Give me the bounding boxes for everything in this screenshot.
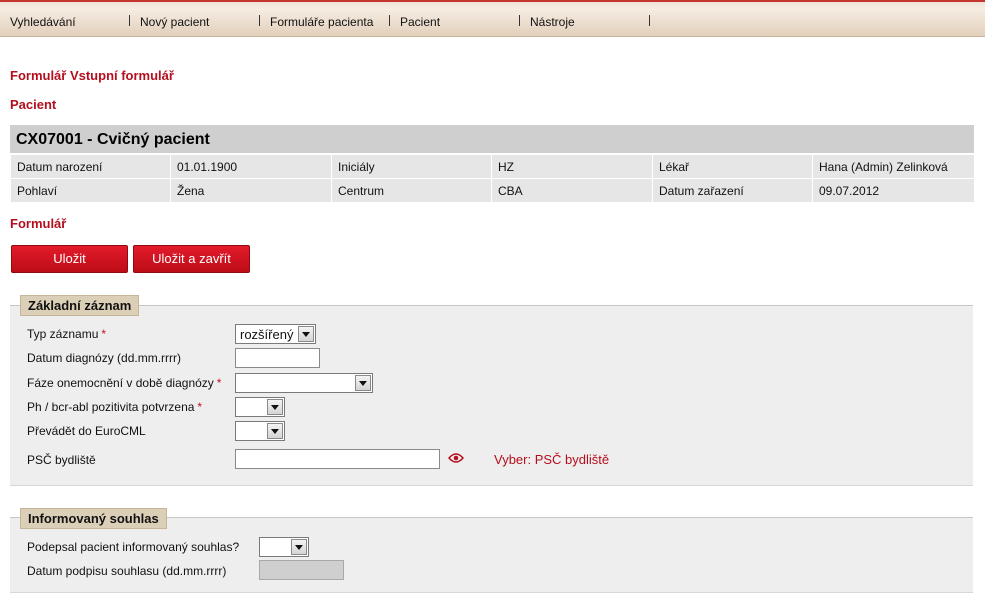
diagnosis-date-input[interactable] [235,348,320,368]
main-menu-bar: Vyhledávání Nový pacient Formuláře pacie… [0,0,985,37]
initials-label: Iniciály [331,154,492,179]
eurocml-label: Převádět do EuroCML [27,424,146,438]
chevron-down-icon[interactable] [267,399,283,415]
initials-value: HZ [491,154,653,179]
chevron-down-icon[interactable] [291,539,307,555]
menu-separator [519,15,520,26]
patient-info-table: Datum narození 01.01.1900 Iniciály HZ Lé… [10,154,975,203]
patient-heading: Pacient [10,97,57,112]
enrollment-date-value: 09.07.2012 [812,178,975,203]
enrollment-date-label: Datum zařazení [652,178,813,203]
chevron-down-icon[interactable] [355,375,371,391]
menu-item-search[interactable]: Vyhledávání [10,15,76,29]
diagnosis-date-label: Datum diagnózy (dd.mm.rrrr) [27,351,182,365]
table-row: Datum narození 01.01.1900 Iniciály HZ Lé… [10,154,975,179]
required-mark: * [101,327,107,341]
chevron-down-icon[interactable] [298,326,314,342]
patient-info-panel: CX07001 - Cvičný pacient Datum narození … [10,125,975,203]
basic-record-section [10,305,973,486]
save-button[interactable]: Uložit [11,245,128,273]
consent-date-label: Datum podpisu souhlasu (dd.mm.rrrr) [27,564,227,578]
disease-phase-select[interactable] [235,373,373,393]
table-row: Pohlaví Žena Centrum CBA Datum zařazení … [10,178,975,203]
doctor-label: Lékař [652,154,813,179]
menu-separator [649,15,650,26]
sex-value: Žena [170,178,332,203]
form-heading: Formulář [10,216,67,231]
record-type-value: rozšířený [240,327,294,342]
doctor-value: Hana (Admin) Zelinková [812,154,975,179]
psc-label: PSČ bydliště [27,453,96,467]
center-value: CBA [491,178,653,203]
save-and-close-button[interactable]: Uložit a zavřít [133,245,250,273]
page-title: Formulář Vstupní formulář [10,68,174,83]
consent-signed-select[interactable] [259,537,309,557]
menu-separator [129,15,130,26]
menu-item-patient-forms[interactable]: Formuláře pacienta [270,15,373,29]
informed-consent-legend: Informovaný souhlas [20,508,167,529]
psc-input[interactable] [235,449,440,469]
patient-title: CX07001 - Cvičný pacient [10,125,974,154]
menu-item-patient[interactable]: Pacient [400,15,440,29]
psc-pick-link[interactable]: Vyber: PSČ bydliště [494,452,609,467]
consent-date-input [259,560,344,580]
eye-icon[interactable] [448,452,464,464]
record-type-label: Typ záznamu * [27,327,107,341]
menu-item-tools[interactable]: Nástroje [530,15,575,29]
center-label: Centrum [331,178,492,203]
required-mark: * [197,400,203,414]
basic-record-legend: Základní záznam [20,295,140,316]
required-mark: * [216,376,222,390]
birth-date-label: Datum narození [10,154,171,179]
menu-item-new-patient[interactable]: Nový pacient [140,15,209,29]
ph-bcr-abl-label: Ph / bcr-abl pozitivita potvrzena * [27,400,203,414]
birth-date-value: 01.01.1900 [170,154,332,179]
record-type-select[interactable]: rozšířený [235,324,316,344]
ph-bcr-abl-select[interactable] [235,397,285,417]
menu-separator [259,15,260,26]
sex-label: Pohlaví [10,178,171,203]
consent-signed-label: Podepsal pacient informovaný souhlas? [27,540,240,554]
chevron-down-icon[interactable] [267,423,283,439]
menu-separator [389,15,390,26]
disease-phase-label: Fáze onemocnění v době diagnózy * [27,376,222,390]
eurocml-select[interactable] [235,421,285,441]
